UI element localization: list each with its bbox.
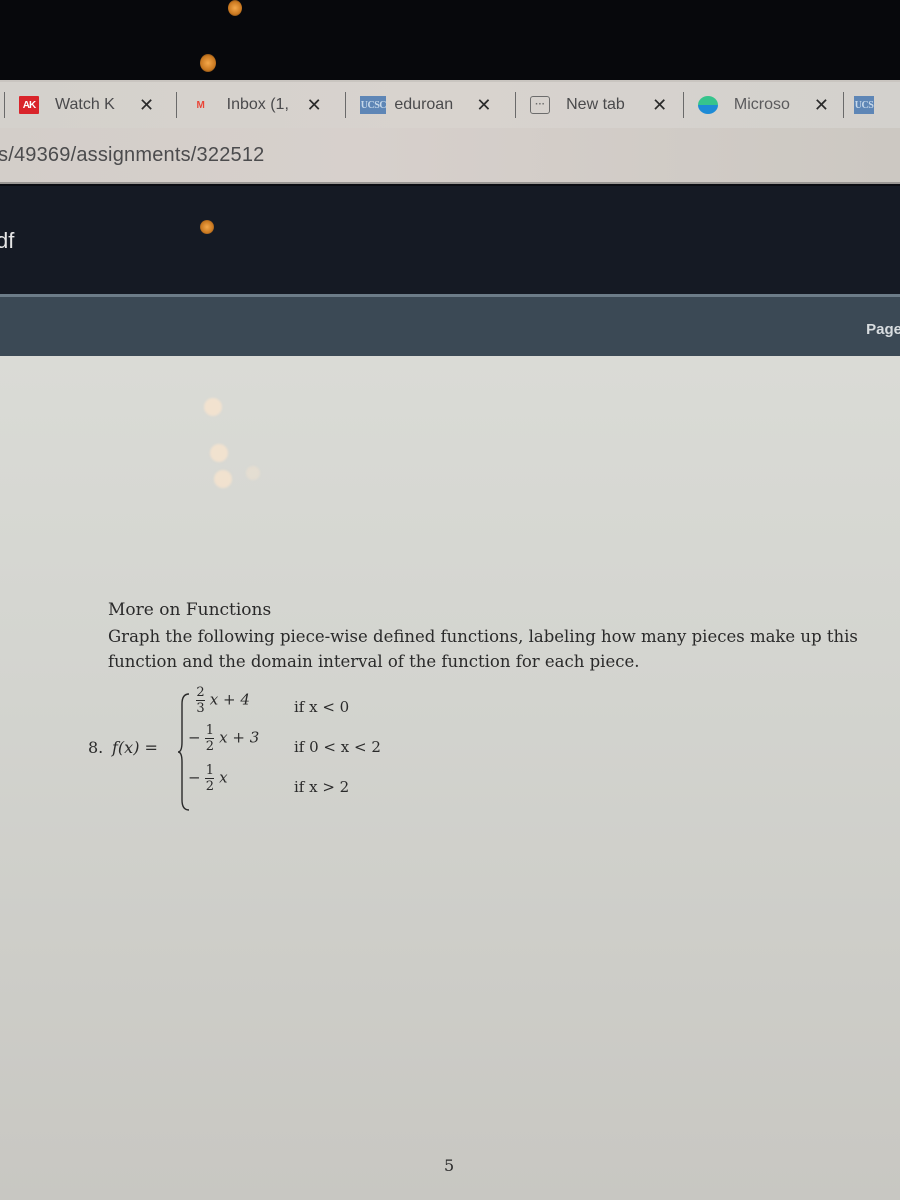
ucsc-icon: UCS [854, 96, 875, 114]
denominator: 3 [196, 701, 205, 716]
close-icon[interactable]: ✕ [814, 95, 829, 116]
url-text[interactable]: s/49369/assignments/322512 [0, 144, 265, 167]
light-reflection [214, 470, 232, 488]
case-row: − 1 2 x [188, 764, 228, 793]
case-expression: x + 3 [219, 728, 260, 747]
ucsc-icon: UCSC [360, 96, 386, 114]
fraction: 1 2 [205, 763, 215, 794]
tab-eduroam[interactable]: UCSC eduroan ✕ [346, 81, 515, 129]
tab-label: eduroan [394, 96, 454, 113]
tab-ucsc[interactable]: UCS [844, 81, 900, 129]
app-header: df [0, 186, 900, 294]
light-reflection [200, 54, 216, 72]
tab-inbox[interactable]: M Inbox (1, ✕ [177, 81, 346, 129]
case-condition: if x > 2 [294, 778, 350, 796]
light-reflection [246, 466, 260, 480]
case-sign: − [188, 768, 201, 787]
pdf-toolbar: Page [0, 294, 900, 356]
case-row: 2 3 x + 4 [196, 686, 250, 715]
denominator: 2 [205, 739, 214, 754]
denominator: 2 [205, 779, 214, 794]
light-reflection [200, 220, 214, 234]
browser-tab-strip: AK Watch K ✕ M Inbox (1, ✕ UCSC eduroan … [0, 80, 900, 128]
case-condition: if 0 < x < 2 [294, 738, 381, 756]
case-expression: x [219, 768, 228, 787]
tab-label: Inbox (1, [226, 96, 289, 113]
case-sign: − [188, 728, 201, 747]
page-number: 5 [444, 1156, 455, 1175]
tab-label: Watch K [54, 96, 115, 113]
tab-label: Microso [733, 96, 790, 113]
instruction-text: Graph the following piece-wise defined f… [108, 627, 858, 671]
tab-new-tab[interactable]: ··· New tab ✕ [516, 81, 683, 129]
fraction: 1 2 [205, 723, 215, 754]
new-tab-icon: ··· [530, 96, 551, 114]
document-title: df [0, 228, 15, 253]
document-viewer[interactable]: More on Functions Graph the following pi… [0, 356, 900, 1200]
ak-icon: AK [18, 96, 39, 114]
case-row: − 1 2 x + 3 [188, 724, 259, 753]
case-condition: if x < 0 [294, 698, 350, 716]
screen-bezel [0, 0, 900, 82]
light-reflection [210, 444, 228, 462]
address-bar[interactable]: s/49369/assignments/322512 [0, 128, 900, 184]
numerator: 1 [205, 723, 214, 738]
close-icon[interactable]: ✕ [652, 95, 667, 116]
tab-watch[interactable]: AK Watch K ✕ [5, 81, 176, 129]
edge-icon [697, 96, 718, 114]
light-reflection [204, 398, 222, 416]
section-title: More on Functions [108, 600, 272, 620]
close-icon[interactable]: ✕ [307, 95, 322, 116]
numerator: 1 [205, 763, 214, 778]
case-expression: x + 4 [209, 690, 250, 709]
close-icon[interactable]: ✕ [139, 95, 154, 116]
numerator: 2 [196, 685, 205, 700]
tab-microsoft[interactable]: Microso ✕ [684, 81, 843, 129]
gmail-icon: M [191, 96, 211, 114]
light-reflection [228, 0, 242, 16]
close-icon[interactable]: ✕ [476, 95, 491, 116]
fraction: 2 3 [196, 686, 205, 715]
tab-label: New tab [566, 96, 625, 113]
function-lhs: f(x) = [112, 738, 158, 757]
problem-number: 8. [88, 738, 104, 757]
page-label: Page [866, 321, 900, 338]
problem-8: 8. f(x) = 2 3 x + 4 if x < 0 − 1 2 x + 3 [88, 686, 428, 826]
